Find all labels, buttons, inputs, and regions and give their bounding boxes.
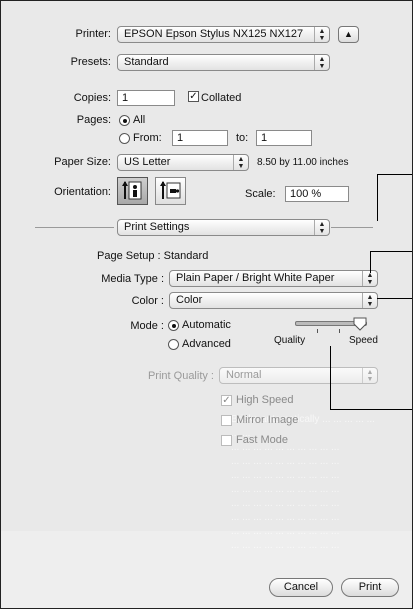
quality-label: Quality [274,335,306,346]
slider-tick [339,329,340,333]
pages-from-label: From: [133,132,162,144]
print-button[interactable]: Print [341,578,399,597]
mode-automatic-radio[interactable] [168,320,179,331]
updown-arrows-icon: ▲ ▼ [362,368,377,383]
pages-to-field[interactable]: 1 [256,130,312,146]
mirror-image-label: Mirror Image [236,414,299,426]
faded-help-region [1,531,412,608]
print-quality-value: Normal [226,369,262,381]
copies-field[interactable]: 1 [117,90,175,106]
printer-label: Printer: [75,28,111,40]
print-quality-label: Print Quality : [147,370,214,382]
mode-label: Mode : [130,320,164,332]
print-settings-popup[interactable]: Print Settings ▲ ▼ [117,219,330,236]
quality-speed-slider[interactable] [295,317,375,335]
print-settings-value: Print Settings [124,221,190,233]
orientation-label: Orientation: [54,186,111,198]
scale-label: Scale: [245,188,276,200]
callout-line [377,174,378,221]
media-type-value: Plain Paper / Bright White Paper [176,272,335,284]
pages-all-label: All [133,114,146,126]
pages-from-field[interactable]: 1 [172,130,228,146]
updown-arrows-icon: ▲ ▼ [362,271,377,286]
copies-label: Copies: [73,92,111,104]
print-dialog: Brisks automatically ... ... ... ... ...… [0,0,413,609]
speed-label: Speed [349,335,378,346]
collated-label: Collated [201,92,242,104]
callout-line [377,174,412,175]
pages-all-radio[interactable] [119,115,130,126]
pages-to-label: to: [236,132,249,144]
high-speed-checkbox[interactable]: ✓ [221,395,232,406]
scale-field[interactable]: 100 % [285,186,349,202]
presets-popup[interactable]: Standard ▲ ▼ [117,54,330,71]
updown-arrows-icon: ▲ ▼ [314,220,329,235]
separator-line [35,227,114,228]
printer-popup[interactable]: EPSON Epson Stylus NX125 NX127 ▲ ▼ [117,26,330,43]
slider-tick [317,329,318,333]
paper-size-popup[interactable]: US Letter ▲ ▼ [117,154,249,171]
mirror-image-checkbox[interactable] [221,415,232,426]
media-type-label: Media Type : [101,273,164,285]
callout-line [330,409,412,410]
mode-advanced-radio[interactable] [168,339,179,350]
collated-checkbox[interactable]: ✓ [188,91,199,102]
slider-thumb-icon [353,317,367,331]
color-label: Color : [131,295,164,307]
callout-line [377,298,412,299]
slider-thumb[interactable] [353,317,367,331]
media-type-popup[interactable]: Plain Paper / Bright White Paper ▲ ▼ [169,270,378,287]
callout-line [370,251,412,252]
disclosure-button[interactable]: ▲ [338,26,359,43]
print-quality-popup[interactable]: Normal ▲ ▼ [219,367,378,384]
mode-advanced-label: Advanced [182,338,231,350]
paper-dimensions: 8.50 by 11.00 inches [257,157,349,168]
paper-size-value: US Letter [124,156,171,168]
orientation-portrait-button[interactable] [117,177,148,205]
updown-arrows-icon: ▲ ▼ [362,293,377,308]
triangle-up-icon: ▲ [344,29,353,39]
cancel-button[interactable]: Cancel [269,578,333,597]
fast-mode-checkbox[interactable] [221,435,232,446]
callout-line [370,251,371,273]
portrait-orientation-icon [122,181,142,200]
pages-from-radio[interactable] [119,133,130,144]
presets-value: Standard [124,56,169,68]
color-value: Color [176,294,203,306]
updown-arrows-icon: ▲ ▼ [314,55,329,70]
paper-size-label: Paper Size: [54,156,111,168]
orientation-landscape-button[interactable] [155,177,186,205]
mode-automatic-label: Automatic [182,319,231,331]
updown-arrows-icon: ▲ ▼ [233,155,248,170]
presets-label: Presets: [70,56,111,68]
color-popup[interactable]: Color ▲ ▼ [169,292,378,309]
fast-mode-label: Fast Mode [236,434,288,446]
landscape-orientation-icon [160,181,181,199]
separator-line [331,227,373,228]
high-speed-label: High Speed [236,394,294,406]
callout-line [330,346,331,410]
printer-value: EPSON Epson Stylus NX125 NX127 [124,28,304,40]
page-setup-text: Page Setup : Standard [97,250,209,262]
pages-label: Pages: [76,114,111,126]
updown-arrows-icon: ▲ ▼ [314,27,329,42]
